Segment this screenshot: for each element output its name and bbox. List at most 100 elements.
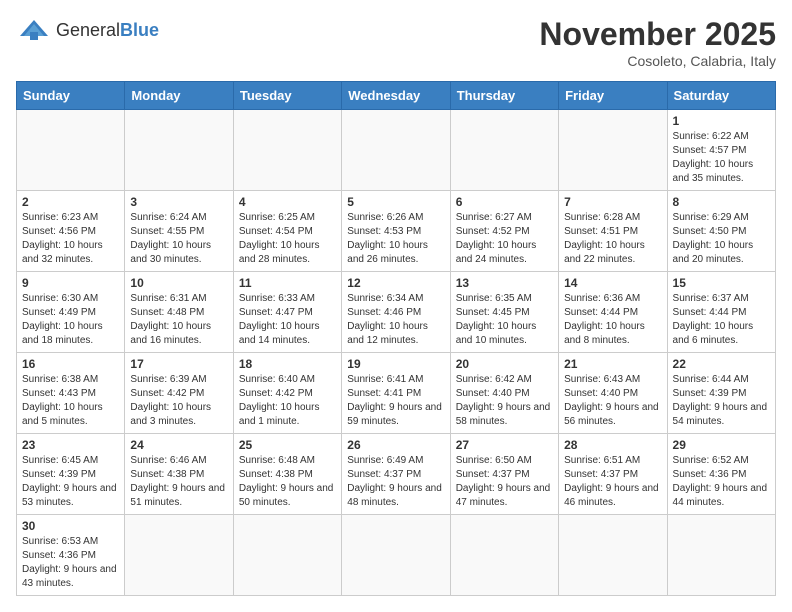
day-info: Sunrise: 6:27 AM Sunset: 4:52 PM Dayligh… [456, 211, 553, 267]
calendar-cell: 21 Sunrise: 6:43 AM Sunset: 4:40 PM Dayli… [559, 353, 667, 434]
weekday-header: Monday [125, 82, 233, 110]
logo-text: GeneralBlue [56, 20, 159, 41]
day-number: 10 [130, 276, 227, 290]
calendar-cell: 14Sunrise: 6:36 AM Sunset: 4:44 PM Dayli… [559, 272, 667, 353]
calendar-cell: 17 Sunrise: 6:39 AM Sunset: 4:42 PM Dayli… [125, 353, 233, 434]
day-number: 1 [673, 114, 770, 128]
calendar-cell: 26Sunrise: 6:49 AM Sunset: 4:37 PM Dayli… [342, 434, 450, 515]
day-info: Sunrise: 6:48 AM Sunset: 4:38 PM Dayligh… [239, 454, 336, 510]
calendar-cell: 7 Sunrise: 6:28 AM Sunset: 4:51 PM Daylig… [559, 191, 667, 272]
calendar-cell [559, 110, 667, 191]
calendar-cell: 19 Sunrise: 6:41 AM Sunset: 4:41 PM Dayli… [342, 353, 450, 434]
day-info: Sunrise: 6:38 AM Sunset: 4:43 PM Dayligh… [22, 373, 119, 429]
calendar-cell: 11Sunrise: 6:33 AM Sunset: 4:47 PM Dayli… [233, 272, 341, 353]
day-number: 22 [673, 357, 770, 371]
day-info: Sunrise: 6:42 AM Sunset: 4:40 PM Dayligh… [456, 373, 553, 429]
calendar-cell: 23Sunrise: 6:45 AM Sunset: 4:39 PM Dayli… [17, 434, 125, 515]
calendar-cell [342, 110, 450, 191]
day-info: Sunrise: 6:23 AM Sunset: 4:56 PM Dayligh… [22, 211, 119, 267]
day-number: 11 [239, 276, 336, 290]
calendar-cell: 3 Sunrise: 6:24 AM Sunset: 4:55 PM Daylig… [125, 191, 233, 272]
day-info: Sunrise: 6:35 AM Sunset: 4:45 PM Dayligh… [456, 292, 553, 348]
month-title: November 2025 [539, 16, 776, 53]
location: Cosoleto, Calabria, Italy [539, 53, 776, 69]
calendar-cell [17, 110, 125, 191]
weekday-header: Saturday [667, 82, 775, 110]
calendar-cell: 24 Sunrise: 6:46 AM Sunset: 4:38 PM Dayli… [125, 434, 233, 515]
day-info: Sunrise: 6:44 AM Sunset: 4:39 PM Dayligh… [673, 373, 770, 429]
page-header: GeneralBlue November 2025 Cosoleto, Cala… [16, 16, 776, 69]
calendar-cell: 30Sunrise: 6:53 AM Sunset: 4:36 PM Dayli… [17, 515, 125, 596]
calendar-cell [450, 515, 558, 596]
day-info: Sunrise: 6:40 AM Sunset: 4:42 PM Dayligh… [239, 373, 336, 429]
day-info: Sunrise: 6:46 AM Sunset: 4:38 PM Dayligh… [130, 454, 227, 510]
calendar-cell: 9Sunrise: 6:30 AM Sunset: 4:49 PM Daylig… [17, 272, 125, 353]
calendar-cell: 15Sunrise: 6:37 AM Sunset: 4:44 PM Dayli… [667, 272, 775, 353]
weekday-header: Wednesday [342, 82, 450, 110]
day-info: Sunrise: 6:49 AM Sunset: 4:37 PM Dayligh… [347, 454, 444, 510]
day-info: Sunrise: 6:31 AM Sunset: 4:48 PM Dayligh… [130, 292, 227, 348]
day-number: 21 [564, 357, 661, 371]
calendar-cell [450, 110, 558, 191]
day-number: 24 [130, 438, 227, 452]
day-number: 3 [130, 195, 227, 209]
day-number: 25 [239, 438, 336, 452]
day-info: Sunrise: 6:39 AM Sunset: 4:42 PM Dayligh… [130, 373, 227, 429]
day-info: Sunrise: 6:26 AM Sunset: 4:53 PM Dayligh… [347, 211, 444, 267]
day-number: 27 [456, 438, 553, 452]
calendar-cell [233, 110, 341, 191]
weekday-header: Thursday [450, 82, 558, 110]
day-info: Sunrise: 6:29 AM Sunset: 4:50 PM Dayligh… [673, 211, 770, 267]
day-number: 4 [239, 195, 336, 209]
weekday-header: Sunday [17, 82, 125, 110]
day-info: Sunrise: 6:36 AM Sunset: 4:44 PM Dayligh… [564, 292, 661, 348]
calendar-week-row: 9Sunrise: 6:30 AM Sunset: 4:49 PM Daylig… [17, 272, 776, 353]
day-number: 16 [22, 357, 119, 371]
calendar-week-row: 16 Sunrise: 6:38 AM Sunset: 4:43 PM Dayli… [17, 353, 776, 434]
calendar-cell [342, 515, 450, 596]
calendar-cell: 10 Sunrise: 6:31 AM Sunset: 4:48 PM Dayli… [125, 272, 233, 353]
calendar-cell [125, 110, 233, 191]
day-number: 18 [239, 357, 336, 371]
weekday-header: Friday [559, 82, 667, 110]
calendar-table: SundayMondayTuesdayWednesdayThursdayFrid… [16, 81, 776, 596]
day-number: 8 [673, 195, 770, 209]
calendar-cell: 16 Sunrise: 6:38 AM Sunset: 4:43 PM Dayli… [17, 353, 125, 434]
day-number: 29 [673, 438, 770, 452]
calendar-cell: 5 Sunrise: 6:26 AM Sunset: 4:53 PM Daylig… [342, 191, 450, 272]
day-number: 28 [564, 438, 661, 452]
calendar-cell: 2 Sunrise: 6:23 AM Sunset: 4:56 PM Daylig… [17, 191, 125, 272]
day-number: 9 [22, 276, 119, 290]
day-number: 23 [22, 438, 119, 452]
calendar-cell: 29Sunrise: 6:52 AM Sunset: 4:36 PM Dayli… [667, 434, 775, 515]
calendar-cell [559, 515, 667, 596]
day-number: 7 [564, 195, 661, 209]
calendar-cell: 1 Sunrise: 6:22 AM Sunset: 4:57 PM Daylig… [667, 110, 775, 191]
day-number: 13 [456, 276, 553, 290]
calendar-cell: 8 Sunrise: 6:29 AM Sunset: 4:50 PM Daylig… [667, 191, 775, 272]
logo: GeneralBlue [16, 16, 159, 44]
day-number: 6 [456, 195, 553, 209]
calendar-cell: 22 Sunrise: 6:44 AM Sunset: 4:39 PM Dayli… [667, 353, 775, 434]
day-info: Sunrise: 6:25 AM Sunset: 4:54 PM Dayligh… [239, 211, 336, 267]
day-info: Sunrise: 6:24 AM Sunset: 4:55 PM Dayligh… [130, 211, 227, 267]
day-number: 20 [456, 357, 553, 371]
day-number: 2 [22, 195, 119, 209]
calendar-cell: 28Sunrise: 6:51 AM Sunset: 4:37 PM Dayli… [559, 434, 667, 515]
calendar-week-row: 1 Sunrise: 6:22 AM Sunset: 4:57 PM Daylig… [17, 110, 776, 191]
day-info: Sunrise: 6:28 AM Sunset: 4:51 PM Dayligh… [564, 211, 661, 267]
calendar-cell: 18 Sunrise: 6:40 AM Sunset: 4:42 PM Dayli… [233, 353, 341, 434]
logo-icon [16, 16, 52, 44]
day-number: 19 [347, 357, 444, 371]
day-info: Sunrise: 6:41 AM Sunset: 4:41 PM Dayligh… [347, 373, 444, 429]
day-number: 5 [347, 195, 444, 209]
calendar-cell: 6 Sunrise: 6:27 AM Sunset: 4:52 PM Daylig… [450, 191, 558, 272]
day-info: Sunrise: 6:43 AM Sunset: 4:40 PM Dayligh… [564, 373, 661, 429]
calendar-cell: 27Sunrise: 6:50 AM Sunset: 4:37 PM Dayli… [450, 434, 558, 515]
day-number: 17 [130, 357, 227, 371]
day-info: Sunrise: 6:22 AM Sunset: 4:57 PM Dayligh… [673, 130, 770, 186]
title-block: November 2025 Cosoleto, Calabria, Italy [539, 16, 776, 69]
day-number: 15 [673, 276, 770, 290]
calendar-cell [667, 515, 775, 596]
calendar-week-row: 23Sunrise: 6:45 AM Sunset: 4:39 PM Dayli… [17, 434, 776, 515]
